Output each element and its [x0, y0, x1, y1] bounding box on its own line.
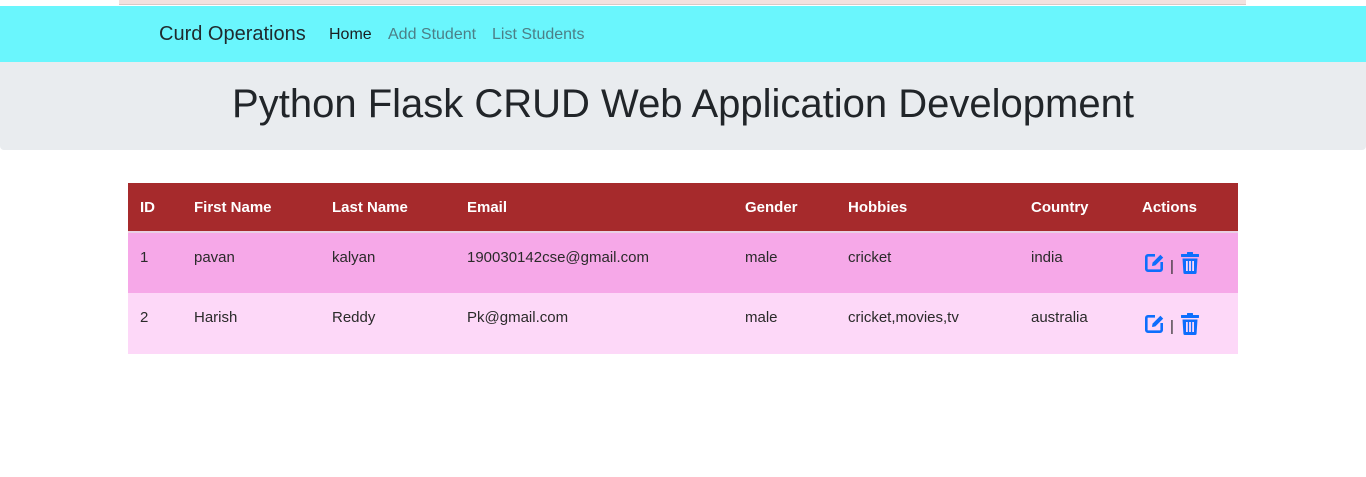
- row-actions: |: [1142, 312, 1226, 336]
- students-table-container: ID First Name Last Name Email Gender Hob…: [128, 183, 1238, 354]
- cell-hobbies: cricket: [836, 231, 1019, 293]
- cell-actions: |: [1130, 293, 1238, 354]
- jumbotron: Python Flask CRUD Web Application Develo…: [0, 62, 1366, 150]
- action-separator: |: [1170, 318, 1174, 335]
- navbar-brand[interactable]: Curd Operations: [159, 22, 306, 46]
- header-country: Country: [1031, 198, 1089, 216]
- cell-gender: male: [733, 231, 836, 293]
- cell-email: 190030142cse@gmail.com: [455, 231, 733, 293]
- page-title: Python Flask CRUD Web Application Develo…: [232, 82, 1134, 126]
- cell-id: 1: [128, 231, 182, 293]
- students-table: ID First Name Last Name Email Gender Hob…: [128, 183, 1238, 354]
- trash-icon[interactable]: [1178, 251, 1202, 275]
- nav-link-home[interactable]: Home: [329, 25, 372, 45]
- table-row: 1 pavan kalyan 190030142cse@gmail.com ma…: [128, 231, 1238, 293]
- row-actions: |: [1142, 251, 1226, 275]
- header-gender: Gender: [745, 198, 798, 216]
- header-first-name: First Name: [194, 198, 272, 216]
- nav-link-add-student[interactable]: Add Student: [388, 25, 476, 45]
- header-id: ID: [140, 198, 155, 216]
- header-email: Email: [467, 198, 508, 216]
- cell-first-name: Harish: [194, 309, 238, 326]
- cell-id: 2: [140, 309, 149, 326]
- cell-actions: |: [1130, 231, 1238, 293]
- cell-gender: male: [745, 309, 778, 326]
- trash-icon[interactable]: [1178, 312, 1202, 336]
- cell-hobbies: cricket,movies,tv: [848, 309, 959, 326]
- edit-icon[interactable]: [1142, 312, 1166, 336]
- header-last-name: Last Name: [332, 198, 408, 216]
- action-separator: |: [1170, 257, 1174, 275]
- cell-first-name: pavan: [182, 231, 320, 293]
- table-header-row: ID First Name Last Name Email Gender Hob…: [128, 183, 1238, 232]
- cell-email: Pk@gmail.com: [467, 309, 569, 326]
- edit-icon[interactable]: [1142, 251, 1166, 275]
- cell-last-name: Reddy: [332, 309, 376, 326]
- cell-country: india: [1019, 231, 1130, 293]
- cell-country: australia: [1031, 309, 1088, 326]
- navbar: Curd Operations Home Add Student List St…: [0, 6, 1366, 62]
- header-actions: Actions: [1142, 198, 1198, 216]
- top-strip-bar: [119, 0, 1246, 5]
- nav-link-list-students[interactable]: List Students: [492, 25, 585, 45]
- table-row: 2 Harish Reddy Pk@gmail.com male cricket…: [128, 293, 1238, 354]
- cell-last-name: kalyan: [320, 231, 455, 293]
- header-hobbies: Hobbies: [848, 198, 908, 216]
